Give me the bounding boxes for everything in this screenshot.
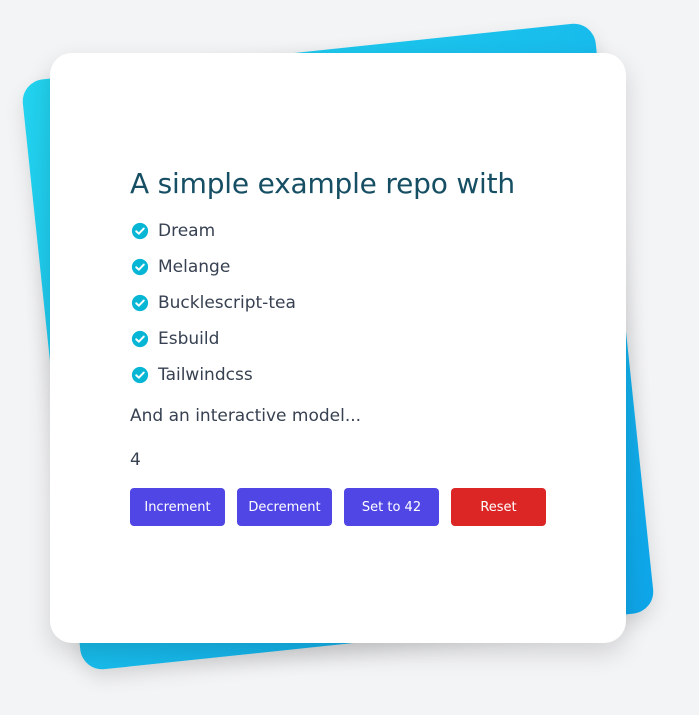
counter-value: 4: [130, 450, 141, 470]
increment-button[interactable]: Increment: [130, 488, 225, 526]
feature-item-dream: Dream: [130, 213, 570, 249]
check-circle-icon: [130, 293, 150, 313]
reset-button[interactable]: Reset: [451, 488, 546, 526]
page: A simple example repo with Dream Melange: [0, 0, 699, 715]
feature-label: Esbuild: [158, 329, 220, 349]
feature-list: Dream Melange Bucklescript-tea Esbuild T…: [130, 213, 570, 393]
feature-label: Melange: [158, 257, 231, 277]
decrement-button[interactable]: Decrement: [237, 488, 332, 526]
feature-item-esbuild: Esbuild: [130, 321, 570, 357]
button-row: Increment Decrement Set to 42 Reset: [130, 488, 570, 526]
card-content: A simple example repo with Dream Melange: [130, 165, 570, 526]
feature-label: Bucklescript-tea: [158, 293, 296, 313]
feature-item-melange: Melange: [130, 249, 570, 285]
interactive-model-text: And an interactive model...: [130, 406, 362, 426]
check-circle-icon: [130, 221, 150, 241]
feature-label: Tailwindcss: [158, 365, 253, 385]
check-circle-icon: [130, 329, 150, 349]
feature-item-bucklescript-tea: Bucklescript-tea: [130, 285, 570, 321]
feature-item-tailwindcss: Tailwindcss: [130, 357, 570, 393]
set-to-42-button[interactable]: Set to 42: [344, 488, 439, 526]
check-circle-icon: [130, 365, 150, 385]
card-title: A simple example repo with: [130, 167, 515, 200]
main-card: A simple example repo with Dream Melange: [50, 53, 626, 643]
check-circle-icon: [130, 257, 150, 277]
feature-label: Dream: [158, 221, 216, 241]
